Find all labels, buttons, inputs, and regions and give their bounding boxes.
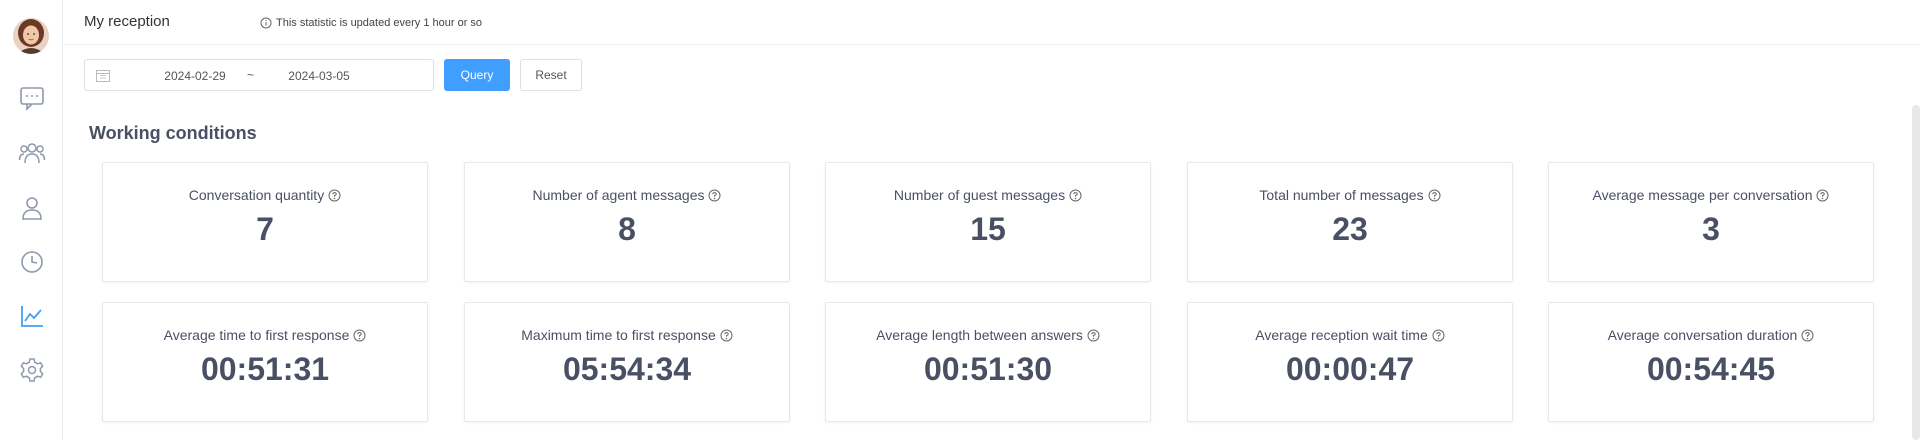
stat-label: Number of agent messages <box>465 187 789 203</box>
stat-card: Number of agent messages 8 <box>464 162 790 282</box>
stat-label: Average reception wait time <box>1188 327 1512 343</box>
help-icon[interactable] <box>720 329 733 342</box>
stat-label: Average length between answers <box>826 327 1150 343</box>
user-icon[interactable] <box>17 193 47 223</box>
stat-label: Average time to first response <box>103 327 427 343</box>
stat-value: 00:00:47 <box>1285 351 1415 387</box>
stat-card: Average message per conversation 3 <box>1548 162 1874 282</box>
update-note: This statistic is updated every 1 hour o… <box>276 17 483 29</box>
stat-value: 3 <box>1702 211 1720 247</box>
header: My reception This statistic is updated e… <box>64 0 1920 45</box>
help-icon[interactable] <box>1069 189 1082 202</box>
help-icon[interactable] <box>708 189 721 202</box>
stat-card: Average conversation duration 00:54:45 <box>1548 302 1874 422</box>
page-title: My reception <box>84 13 170 30</box>
query-button[interactable]: Query <box>444 59 510 91</box>
sidebar <box>0 0 63 440</box>
stat-value: 8 <box>618 211 636 247</box>
date-separator: ~ <box>247 68 255 82</box>
stat-value: 7 <box>256 211 274 247</box>
help-icon[interactable] <box>328 189 341 202</box>
group-icon[interactable] <box>17 138 47 168</box>
reset-button[interactable]: Reset <box>520 59 582 91</box>
app: My reception This statistic is updated e… <box>0 0 1920 440</box>
stat-label: Number of guest messages <box>826 187 1150 203</box>
stat-card: Average time to first response 00:51:31 <box>102 302 428 422</box>
chat-icon[interactable] <box>17 83 47 113</box>
date-range-picker[interactable]: 2024-02-29 ~ 2024-03-05 <box>84 59 434 91</box>
stat-card: Maximum time to first response 05:54:34 <box>464 302 790 422</box>
stat-label: Average message per conversation <box>1549 187 1873 203</box>
stat-card: Number of guest messages 15 <box>825 162 1151 282</box>
end-date-input[interactable]: 2024-03-05 <box>269 69 369 83</box>
help-icon[interactable] <box>1816 189 1829 202</box>
help-icon[interactable] <box>353 329 366 342</box>
help-icon[interactable] <box>1801 329 1814 342</box>
stat-label: Total number of messages <box>1188 187 1512 203</box>
stat-value: 15 <box>970 211 1006 247</box>
stat-value: 00:51:30 <box>923 351 1053 387</box>
stat-card: Conversation quantity 7 <box>102 162 428 282</box>
gear-icon[interactable] <box>17 355 47 385</box>
clock-icon[interactable] <box>17 247 47 277</box>
section-title: Working conditions <box>89 123 257 143</box>
scrollbar[interactable] <box>1912 105 1920 440</box>
stat-value: 05:54:34 <box>562 351 692 387</box>
stat-label: Conversation quantity <box>103 187 427 203</box>
start-date-input[interactable]: 2024-02-29 <box>145 69 245 83</box>
help-icon[interactable] <box>1428 189 1441 202</box>
stat-value: 00:54:45 <box>1646 351 1776 387</box>
stat-card: Average reception wait time 00:00:47 <box>1187 302 1513 422</box>
stat-label: Maximum time to first response <box>465 327 789 343</box>
stat-card: Average length between answers 00:51:30 <box>825 302 1151 422</box>
calendar-icon <box>96 70 110 82</box>
stat-value: 23 <box>1332 211 1368 247</box>
stat-value: 00:51:31 <box>200 351 330 387</box>
line-chart-icon[interactable] <box>17 301 47 331</box>
stat-label: Average conversation duration <box>1549 327 1873 343</box>
stat-card: Total number of messages 23 <box>1187 162 1513 282</box>
avatar[interactable] <box>13 18 49 54</box>
help-icon[interactable] <box>1432 329 1445 342</box>
info-icon <box>260 17 272 29</box>
help-icon[interactable] <box>1087 329 1100 342</box>
